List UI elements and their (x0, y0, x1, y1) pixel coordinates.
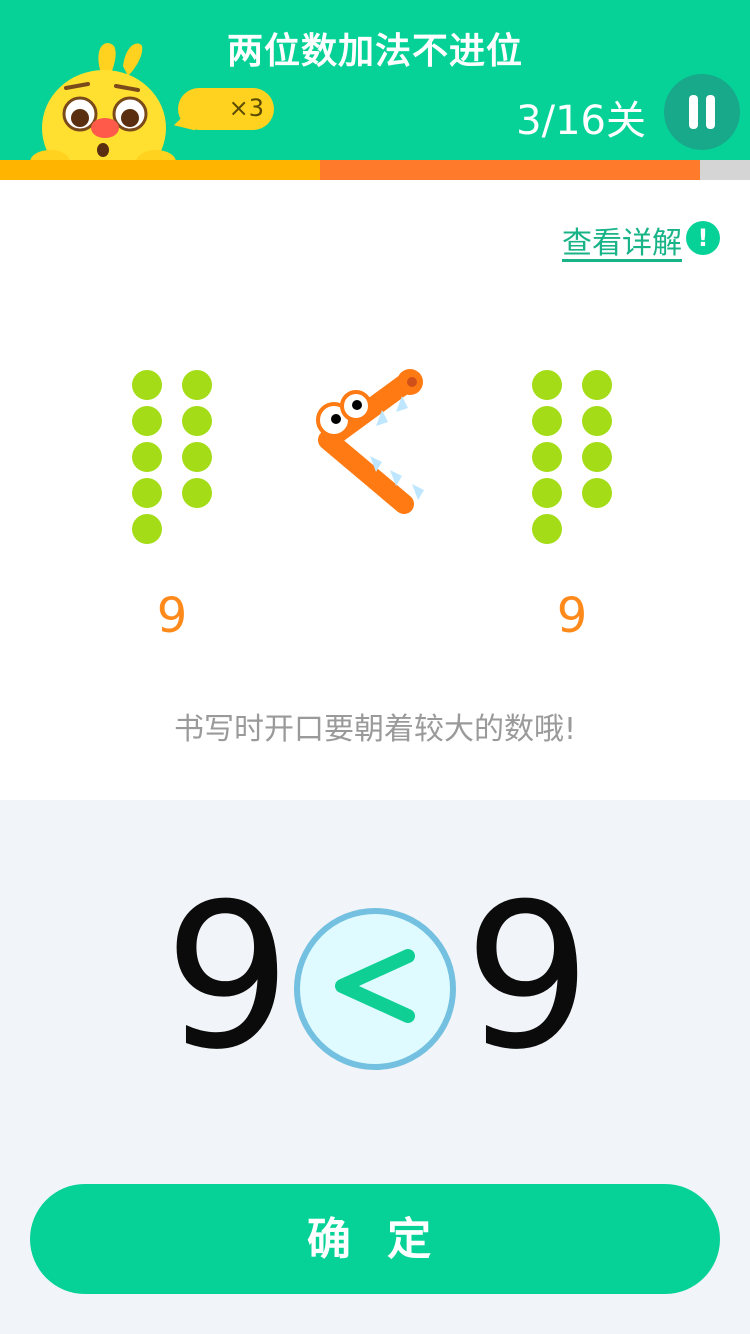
counting-dot (532, 370, 562, 400)
counting-dot (582, 370, 612, 400)
hint-text: 书写时开口要朝着较大的数哦! (173, 712, 577, 747)
counting-dot (532, 442, 562, 472)
right-dot-group (532, 370, 622, 550)
confirm-button[interactable]: 确 定 (30, 1184, 720, 1294)
lives-count: ×3 (228, 94, 264, 122)
lives-badge: ×3 (178, 88, 274, 130)
progress-bar (0, 160, 750, 180)
right-count-label: 9 (556, 588, 588, 644)
level-indicator: 3/16关 (516, 98, 646, 144)
answer-left-number: 9 (164, 861, 292, 1094)
counting-dot (132, 478, 162, 508)
counting-dot (582, 478, 612, 508)
counting-dot (132, 370, 162, 400)
pause-icon (689, 95, 698, 129)
mascot-chick-icon (30, 43, 176, 178)
counting-dot (532, 514, 562, 544)
counting-dot (182, 370, 212, 400)
counting-dot (582, 442, 612, 472)
progress-current (320, 160, 700, 180)
less-than-symbol-icon (335, 949, 415, 1023)
symbol-slot[interactable] (294, 908, 456, 1070)
counting-dot (132, 406, 162, 436)
left-count-label: 9 (156, 588, 188, 644)
left-dot-group (132, 370, 222, 550)
counting-dot (132, 514, 162, 544)
pause-button[interactable] (664, 74, 740, 150)
counting-dot (182, 442, 212, 472)
counting-dot (532, 478, 562, 508)
pause-icon (706, 95, 715, 129)
counting-dot (582, 406, 612, 436)
counting-dot (132, 442, 162, 472)
counting-dot (182, 406, 212, 436)
counting-dot (182, 478, 212, 508)
counting-dot (532, 406, 562, 436)
crocodile-less-than-icon (316, 369, 424, 514)
progress-completed (0, 160, 320, 180)
view-explanation-link[interactable]: 查看详解 (562, 218, 682, 262)
exclamation-info-icon[interactable]: ! (686, 221, 720, 255)
answer-right-number: 9 (464, 861, 592, 1094)
top-header: 两位数加法不进位 ×3 3/16关 (0, 0, 750, 178)
